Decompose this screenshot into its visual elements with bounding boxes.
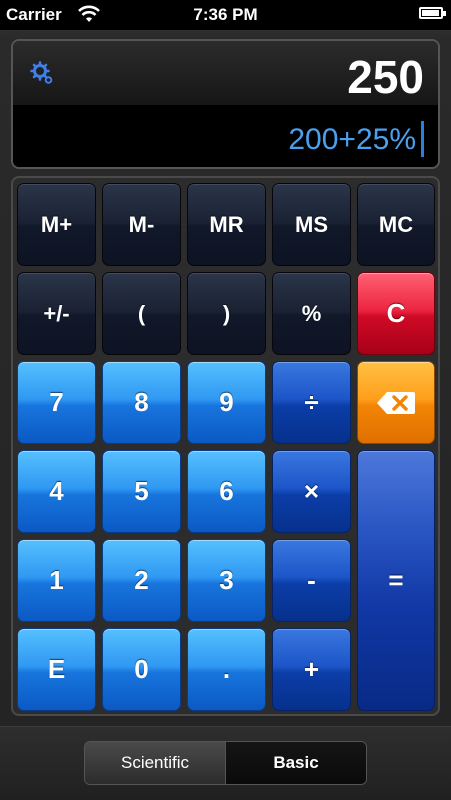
memory-recall-button[interactable]: MR	[187, 183, 266, 266]
mode-segmented-control: Scientific Basic	[84, 741, 367, 785]
digit-0-button[interactable]: 0	[102, 628, 181, 711]
clear-button[interactable]: C	[357, 272, 435, 355]
memory-store-button[interactable]: MS	[272, 183, 351, 266]
keypad: M+ M- MR MS MC +/- ( ) % C 7 8 9 ÷ 4 5 6	[11, 176, 440, 716]
digit-2-button[interactable]: 2	[102, 539, 181, 622]
status-time: 7:36 PM	[193, 5, 258, 24]
digit-7-button[interactable]: 7	[17, 361, 96, 444]
calculator-screen: Carrier 7:36 PM 250 200+25% M+ M- MR MS …	[0, 0, 451, 800]
percent-button[interactable]: %	[272, 272, 351, 355]
decimal-button[interactable]: .	[187, 628, 266, 711]
open-paren-button[interactable]: (	[102, 272, 181, 355]
scientific-mode-tab[interactable]: Scientific	[85, 742, 226, 784]
gear-icon[interactable]	[30, 61, 54, 85]
exponent-button[interactable]: E	[17, 628, 96, 711]
multiply-button[interactable]: ×	[272, 450, 351, 533]
expression-input[interactable]: 200+25%	[288, 123, 416, 157]
basic-mode-tab[interactable]: Basic	[226, 742, 366, 784]
digit-3-button[interactable]: 3	[187, 539, 266, 622]
digit-4-button[interactable]: 4	[17, 450, 96, 533]
digit-6-button[interactable]: 6	[187, 450, 266, 533]
backspace-icon	[377, 391, 415, 414]
calculator-display: 250 200+25%	[11, 39, 440, 169]
memory-add-button[interactable]: M+	[17, 183, 96, 266]
memory-clear-button[interactable]: MC	[357, 183, 435, 266]
digit-8-button[interactable]: 8	[102, 361, 181, 444]
digit-5-button[interactable]: 5	[102, 450, 181, 533]
plus-button[interactable]: +	[272, 628, 351, 711]
memory-subtract-button[interactable]: M-	[102, 183, 181, 266]
divide-button[interactable]: ÷	[272, 361, 351, 444]
backspace-button[interactable]	[357, 361, 435, 444]
equals-button[interactable]: =	[357, 450, 435, 711]
status-bar: Carrier 7:36 PM	[0, 0, 451, 30]
plus-minus-button[interactable]: +/-	[17, 272, 96, 355]
battery-icon	[419, 7, 446, 19]
digit-1-button[interactable]: 1	[17, 539, 96, 622]
close-paren-button[interactable]: )	[187, 272, 266, 355]
minus-button[interactable]: -	[272, 539, 351, 622]
text-cursor	[421, 121, 424, 157]
result-value: 250	[347, 51, 424, 103]
result-area: 250	[13, 41, 438, 105]
digit-9-button[interactable]: 9	[187, 361, 266, 444]
bottom-toolbar: Scientific Basic	[0, 726, 451, 800]
